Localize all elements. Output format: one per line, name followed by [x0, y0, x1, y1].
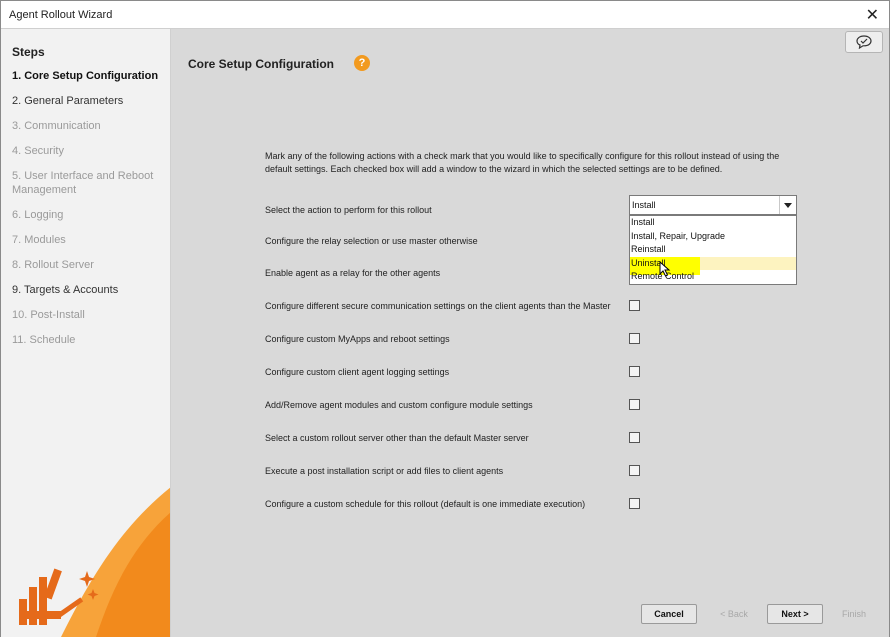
dropdown-option[interactable]: Install — [630, 216, 796, 230]
wizard-window: Agent Rollout Wizard ✕ Steps 1. Core Set… — [0, 0, 890, 637]
dropdown-option[interactable]: Uninstall — [630, 256, 796, 275]
option-label: Configure different secure communication… — [265, 301, 611, 311]
action-dropdown-list: Install Install, Repair, Upgrade Reinstall… — [629, 215, 797, 285]
rollout-logo-graphic — [19, 487, 170, 637]
option-label: Configure custom MyApps and reboot setti… — [265, 334, 450, 344]
step-9[interactable]: 9. Targets & Accounts — [12, 283, 162, 297]
title-bar: Agent Rollout Wizard ✕ — [1, 1, 889, 29]
dropdown-option[interactable]: Install, Repair, Upgrade — [630, 230, 796, 244]
option-checkbox[interactable] — [629, 366, 640, 377]
cancel-button[interactable]: Cancel — [641, 604, 697, 624]
dropdown-option-label: Install, Repair, Upgrade — [631, 230, 726, 241]
back-button[interactable]: < Back — [707, 604, 761, 624]
feedback-button[interactable] — [845, 31, 883, 53]
chat-bubble-icon — [856, 35, 872, 49]
option-checkbox[interactable] — [629, 432, 640, 443]
step-1[interactable]: 1. Core Setup Configuration — [12, 69, 162, 83]
steps-sidebar: Steps 1. Core Setup Configuration 2. Gene… — [1, 29, 171, 637]
option-label: Select a custom rollout server other tha… — [265, 433, 529, 443]
option-checkbox[interactable] — [629, 333, 640, 344]
dropdown-option[interactable]: Remote Control — [630, 270, 796, 284]
step-4[interactable]: 4. Security — [12, 144, 162, 158]
finish-button[interactable]: Finish — [831, 604, 877, 624]
option-label: Configure custom client agent logging se… — [265, 367, 450, 377]
steps-heading: Steps — [12, 45, 45, 59]
dropdown-option-label: Install — [631, 217, 655, 227]
step-7[interactable]: 7. Modules — [12, 233, 162, 247]
mouse-cursor-icon — [659, 261, 671, 277]
step-6[interactable]: 6. Logging — [12, 208, 162, 222]
chevron-down-icon — [784, 202, 792, 208]
main-panel: Core Setup Configuration ? Mark any of t… — [171, 29, 889, 637]
steps-list: 1. Core Setup Configuration 2. General Pa… — [12, 69, 162, 358]
intro-text: Mark any of the following actions with a… — [265, 151, 780, 174]
dropdown-arrow-button[interactable] — [779, 196, 796, 214]
option-label: Enable agent as a relay for the other ag… — [265, 268, 441, 278]
option-label: Configure a custom schedule for this rol… — [265, 499, 586, 509]
action-select-value: Install — [632, 200, 656, 210]
step-10[interactable]: 10. Post-Install — [12, 308, 162, 322]
option-label: Add/Remove agent modules and custom conf… — [265, 400, 533, 410]
help-icon[interactable]: ? — [354, 55, 370, 71]
option-checkbox[interactable] — [629, 465, 640, 476]
option-checkbox[interactable] — [629, 399, 640, 410]
page-title: Core Setup Configuration — [188, 57, 334, 71]
close-icon[interactable]: ✕ — [866, 5, 879, 25]
step-2[interactable]: 2. General Parameters — [12, 94, 162, 108]
window-title: Agent Rollout Wizard — [9, 9, 113, 21]
next-button[interactable]: Next > — [767, 604, 823, 624]
option-label: Configure the relay selection or use mas… — [265, 236, 478, 246]
action-select-label: Select the action to perform for this ro… — [265, 205, 432, 215]
step-3[interactable]: 3. Communication — [12, 119, 162, 133]
step-5[interactable]: 5. User Interface and Reboot Management — [12, 169, 162, 197]
dropdown-option-label: Reinstall — [631, 244, 666, 255]
option-label: Execute a post installation script or ad… — [265, 466, 504, 476]
step-8[interactable]: 8. Rollout Server — [12, 258, 162, 272]
option-checkbox[interactable] — [629, 300, 640, 311]
dropdown-option[interactable]: Reinstall — [630, 243, 796, 257]
option-checkbox[interactable] — [629, 498, 640, 509]
step-11[interactable]: 11. Schedule — [12, 333, 162, 347]
action-select[interactable]: Install — [629, 195, 797, 215]
